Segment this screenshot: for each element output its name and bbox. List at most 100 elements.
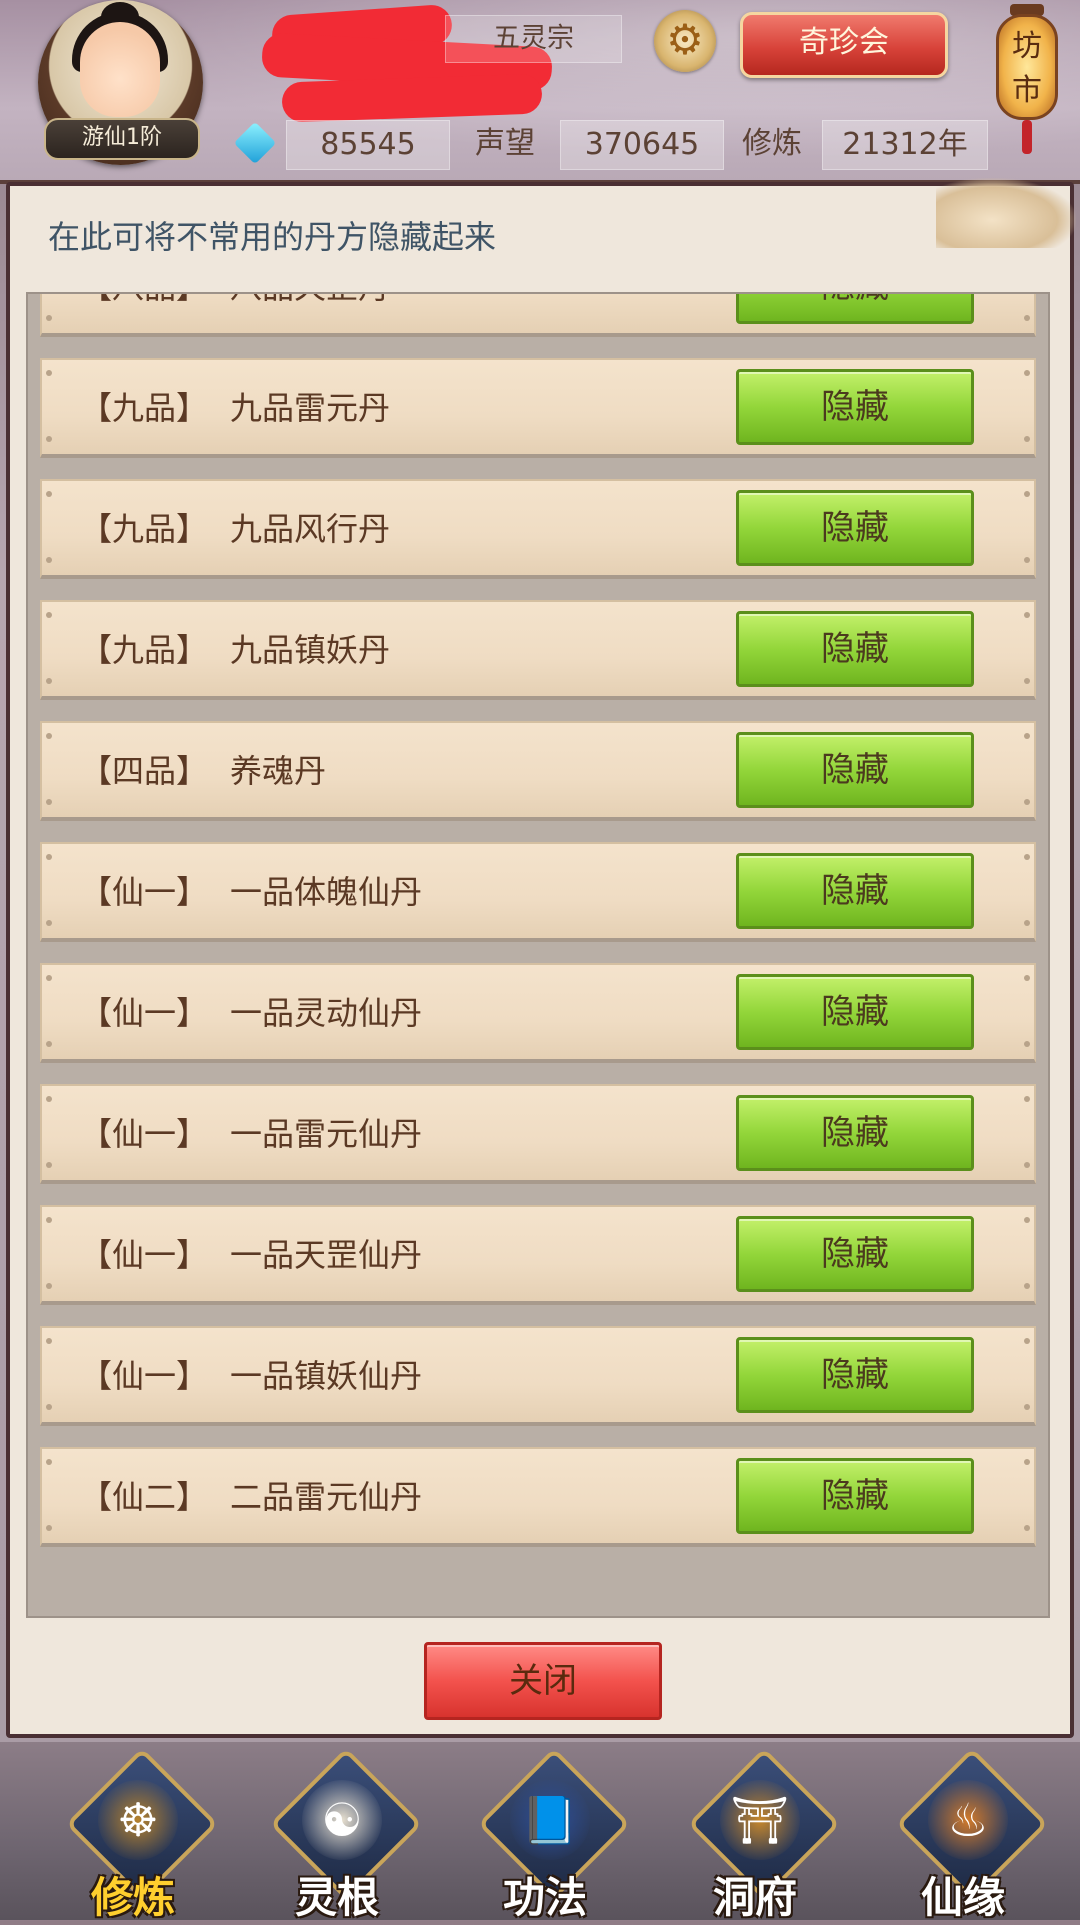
row-rivet [46,491,52,497]
hide-recipe-button[interactable]: 隐藏 [736,732,974,808]
hide-recipes-dialog: 在此可将不常用的丹方隐藏起来 【八品】八品天罡丹隐藏【九品】九品雷元丹隐藏【九品… [6,178,1076,1738]
market-sign: 坊市 [996,14,1058,120]
row-rivet [1024,370,1030,376]
recipe-row: 【仙二】 二品雷元仙丹 隐藏 [40,1447,1036,1547]
nav-label: 仙缘 [920,1873,1005,1922]
row-rivet [46,1096,52,1102]
hide-recipe-button[interactable]: 隐藏 [736,974,974,1050]
row-rivet [46,678,52,684]
recipe-name: 一品体魄仙丹 [230,873,423,911]
row-rivet [46,1217,52,1223]
row-rivet [46,557,52,563]
row-rivet [1024,1041,1030,1047]
recipe-name: 养魂丹 [230,752,327,790]
recipe-name: 一品雷元仙丹 [230,1115,423,1153]
cultivate-icon: ☸ [98,1780,178,1860]
row-rivet [46,436,52,442]
rank-badge: 游仙1阶 [44,118,200,160]
row-rivet [1024,733,1030,739]
recipe-tier: 【仙二】 [80,1478,209,1516]
row-rivet [1024,436,1030,442]
row-rivet [46,1338,52,1344]
nav-item-cave-dwelling[interactable]: ⛩ 洞府 [680,1747,841,1922]
row-rivet [1024,1525,1030,1531]
recipe-tier: 【九品】 [80,389,209,427]
recipe-tier: 【九品】 [80,631,209,669]
row-rivet [46,920,52,926]
recipe-name: 一品灵动仙丹 [230,994,423,1032]
nav-item-spirit-root[interactable]: ☯ 灵根 [262,1747,423,1922]
recipe-name: 一品镇妖仙丹 [230,1357,423,1395]
row-rivet [46,854,52,860]
nav-item-cultivate[interactable]: ☸ 修炼 [58,1747,219,1922]
row-rivet [46,1525,52,1531]
nav-label: 功法 [502,1873,587,1922]
hide-recipe-button[interactable]: 隐藏 [736,1095,974,1171]
row-rivet [1024,1404,1030,1410]
hide-recipe-button[interactable]: 隐藏 [736,611,974,687]
recipe-row: 【仙一】 一品镇妖仙丹 隐藏 [40,1326,1036,1426]
recipe-tier: 【仙一】 [80,994,209,1032]
row-rivet [1024,975,1030,981]
sect-name: 五灵宗 [445,15,622,63]
row-rivet [1024,1096,1030,1102]
row-rivet [46,612,52,618]
hide-recipe-button[interactable]: 隐藏 [736,853,974,929]
recipe-row: 【仙一】 一品体魄仙丹 隐藏 [40,842,1036,942]
row-rivet [46,1459,52,1465]
cultivation-years: 21312年 [822,120,988,170]
recipe-row: 【九品】 九品雷元丹 隐藏 [40,358,1036,458]
row-rivet [46,315,52,321]
nav-label: 灵根 [294,1873,379,1922]
reputation-value: 370645 [560,120,724,170]
nav-item-immortal-fate[interactable]: ♨ 仙缘 [888,1747,1049,1922]
row-rivet [1024,1459,1030,1465]
recipe-tier: 【九品】 [80,510,209,548]
treasure-auction-button[interactable]: 奇珍会 [740,12,948,78]
nav-label: 修炼 [90,1873,175,1922]
row-rivet [1024,1338,1030,1344]
nav-label: 洞府 [712,1873,797,1922]
recipe-tier: 【仙一】 [80,1357,209,1395]
row-rivet [1024,491,1030,497]
recipe-tier: 【仙一】 [80,1115,209,1153]
spirit-stone-count: 85545 [286,120,450,170]
cultivation-label: 修炼 [742,126,802,161]
hide-recipe-button[interactable]: 隐藏 [736,1216,974,1292]
row-rivet [1024,678,1030,684]
row-rivet [1024,854,1030,860]
row-rivet [46,1283,52,1289]
recipe-row: 【仙一】 一品灵动仙丹 隐藏 [40,963,1036,1063]
hide-recipe-button[interactable]: 隐藏 [736,1337,974,1413]
spirit-root-icon: ☯ [302,1780,382,1860]
row-rivet [46,975,52,981]
dialog-hint: 在此可将不常用的丹方隐藏起来 [48,218,497,256]
hide-recipe-button[interactable]: 隐藏 [736,369,974,445]
hide-recipe-button[interactable]: 隐藏 [736,1458,974,1534]
recipe-row: 【八品】八品天罡丹 隐藏 [40,294,1036,337]
lantern-tassel [1022,120,1032,154]
row-rivet [1024,1162,1030,1168]
row-rivet [46,370,52,376]
row-rivet [46,1041,52,1047]
recipe-row: 【仙一】 一品天罡仙丹 隐藏 [40,1205,1036,1305]
cloud-ornament [936,178,1076,248]
recipe-tier: 【四品】 [80,752,209,790]
hide-recipe-button[interactable]: 隐藏 [736,294,974,324]
row-rivet [1024,612,1030,618]
close-button[interactable]: 关闭 [424,1642,662,1720]
row-rivet [1024,315,1030,321]
row-rivet [1024,1217,1030,1223]
hide-recipe-button[interactable]: 隐藏 [736,490,974,566]
avatar-face [80,22,160,117]
nav-item-technique[interactable]: 📘 功法 [470,1747,631,1922]
settings-gear-icon[interactable]: ⚙ [654,10,716,72]
recipe-list[interactable]: 【八品】八品天罡丹隐藏【九品】九品雷元丹隐藏【九品】九品风行丹隐藏【九品】九品镇… [26,292,1050,1618]
row-rivet [46,1404,52,1410]
recipe-tier: 【八品】 [80,294,208,335]
row-rivet [1024,1283,1030,1289]
immortal-fate-icon: ♨ [928,1780,1008,1860]
market-lantern-button[interactable]: 坊市 [992,4,1062,154]
technique-icon: 📘 [510,1780,590,1860]
recipe-name: 八品天罡丹 [230,294,390,335]
